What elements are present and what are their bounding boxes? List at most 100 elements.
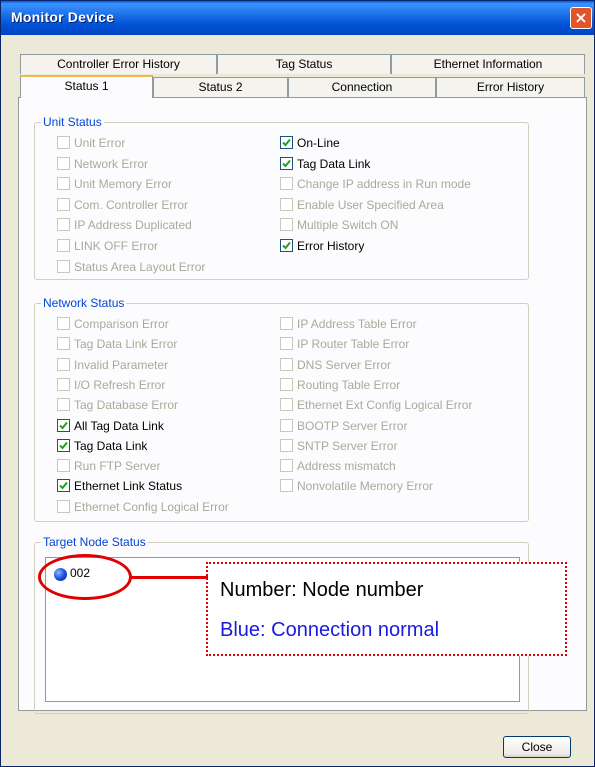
checkbox-empty-icon	[280, 177, 293, 191]
checkbox-empty-icon	[57, 499, 70, 513]
checkbox-label: Multiple Switch ON	[297, 218, 399, 233]
checkbox-checked-icon[interactable]	[57, 479, 70, 493]
checkbox-change-ip-address-in-run-mode: Change IP address in Run mode	[280, 177, 471, 191]
checkbox-empty-icon	[57, 459, 70, 473]
checkbox-nonvolatile-memory-error: Nonvolatile Memory Error	[280, 479, 433, 493]
checkbox-empty-icon	[57, 377, 70, 391]
checkbox-label: Routing Table Error	[297, 377, 401, 392]
checkbox-label: SNTP Server Error	[297, 438, 398, 453]
checkbox-label: Unit Memory Error	[74, 177, 173, 192]
checkbox-ethernet-link-status[interactable]: Ethernet Link Status	[57, 479, 182, 493]
checkbox-checked-icon[interactable]	[57, 418, 70, 432]
checkbox-link-off-error: LINK OFF Error	[57, 239, 158, 253]
checkbox-checked-icon[interactable]	[280, 156, 293, 170]
checkbox-ethernet-config-logical-error: Ethernet Config Logical Error	[57, 499, 229, 514]
checkbox-label: Tag Data Link	[297, 156, 371, 171]
callout-line-node-number: Number: Node number	[220, 579, 424, 601]
checkbox-label: IP Address Duplicated	[74, 218, 192, 233]
checkbox-tag-database-error: Tag Database Error	[57, 398, 178, 412]
checkbox-empty-icon	[57, 156, 70, 170]
checkbox-label: Ethernet Ext Config Logical Error	[297, 398, 473, 413]
close-button[interactable]: Close	[503, 736, 571, 758]
checkbox-empty-icon	[280, 479, 293, 493]
checkbox-label: Change IP address in Run mode	[297, 177, 471, 192]
tab-connection[interactable]: Connection	[288, 77, 436, 97]
checkbox-empty-icon	[57, 337, 70, 351]
checkbox-empty-icon	[280, 377, 293, 391]
checkbox-routing-table-error: Routing Table Error	[280, 377, 401, 392]
checkbox-empty-icon	[280, 418, 293, 432]
checkbox-empty-icon	[280, 438, 293, 452]
checkbox-checked-icon[interactable]	[280, 239, 293, 252]
checkbox-invalid-parameter: Invalid Parameter	[57, 357, 168, 372]
checkbox-label: Network Error	[74, 156, 149, 171]
checkbox-empty-icon	[57, 218, 70, 232]
checkbox-label: Run FTP Server	[74, 459, 161, 474]
checkbox-unit-error: Unit Error	[57, 136, 125, 150]
checkbox-empty-icon	[280, 357, 293, 371]
checkbox-empty-icon	[57, 136, 70, 149]
callout-box: Number: Node number Blue: Connection nor…	[206, 562, 567, 656]
checkbox-empty-icon	[280, 197, 293, 211]
unit-status-group: Unit Status Unit Error Network Error Unit …	[34, 115, 529, 280]
checkbox-tag-data-link[interactable]: Tag Data Link	[280, 156, 371, 171]
checkbox-checked-icon[interactable]	[280, 136, 293, 149]
title-bar: Monitor Device ×	[1, 1, 594, 35]
checkbox-all-tag-data-link[interactable]: All Tag Data Link	[57, 418, 164, 433]
checkbox-label: Tag Data Link Error	[74, 337, 178, 352]
checkbox-empty-icon	[280, 317, 293, 330]
checkbox-label: Ethernet Link Status	[74, 479, 183, 494]
checkbox-label: LINK OFF Error	[74, 239, 159, 253]
checkbox-unit-memory-error: Unit Memory Error	[57, 177, 172, 191]
checkbox-empty-icon	[57, 398, 70, 412]
checkbox-label: DNS Server Error	[297, 357, 392, 372]
checkbox-empty-icon	[57, 357, 70, 371]
tab-ethernet-information[interactable]: Ethernet Information	[391, 54, 585, 74]
checkbox-empty-icon	[280, 337, 293, 351]
checkbox-label: I/O Refresh Error	[74, 377, 166, 392]
checkbox-enable-user-specified-area: Enable User Specified Area	[280, 197, 444, 212]
tab-controller-error-history[interactable]: Controller Error History	[20, 54, 217, 74]
checkbox-run-ftp-server: Run FTP Server	[57, 459, 160, 473]
checkbox-error-history[interactable]: Error History	[280, 239, 364, 253]
checkbox-empty-icon	[280, 398, 293, 412]
checkbox-ethernet-ext-config-logical-error: Ethernet Ext Config Logical Error	[280, 398, 472, 412]
checkbox-tag-data-link[interactable]: Tag Data Link	[57, 438, 148, 453]
checkbox-label: Address mismatch	[297, 459, 396, 474]
monitor-device-window: Monitor Device × Controller Error Histor…	[0, 0, 595, 767]
checkbox-multiple-switch-on: Multiple Switch ON	[280, 218, 398, 232]
checkbox-status-area-layout-error: Status Area Layout Error	[57, 259, 206, 274]
checkbox-label: Error History	[297, 239, 365, 253]
checkbox-network-error: Network Error	[57, 156, 149, 171]
callout-line-connection-normal: Blue: Connection normal	[220, 619, 440, 641]
checkbox-empty-icon	[57, 259, 70, 273]
checkbox-empty-icon	[57, 239, 70, 252]
checkbox-ip-router-table-error: IP Router Table Error	[280, 337, 409, 351]
checkbox-label: All Tag Data Link	[74, 418, 164, 433]
checkbox-label: Status Area Layout Error	[74, 259, 206, 274]
checkbox-label: Com. Controller Error	[74, 197, 189, 212]
tab-status-1[interactable]: Status 1	[20, 75, 153, 98]
tab-tag-status[interactable]: Tag Status	[217, 54, 391, 74]
checkbox-address-mismatch: Address mismatch	[280, 459, 396, 473]
checkbox-label: Comparison Error	[74, 317, 169, 331]
checkbox-empty-icon	[57, 317, 70, 330]
callout-connector	[131, 576, 208, 579]
checkbox-label: Ethernet Config Logical Error	[74, 499, 229, 514]
network-status-group: Network Status Comparison Error Tag Data …	[34, 296, 529, 522]
checkbox-label: Unit Error	[74, 136, 126, 150]
checkbox-empty-icon	[57, 197, 70, 211]
checkbox-label: On-Line	[297, 136, 340, 150]
checkbox-label: BOOTP Server Error	[297, 418, 408, 433]
checkbox-on-line[interactable]: On-Line	[280, 136, 340, 150]
close-icon[interactable]: ×	[570, 7, 592, 29]
checkbox-dns-server-error: DNS Server Error	[280, 357, 392, 372]
highlight-ellipse	[38, 554, 132, 600]
network-status-label: Network Status	[41, 296, 127, 310]
tab-status-2[interactable]: Status 2	[153, 77, 288, 97]
checkbox-empty-icon	[57, 177, 70, 191]
checkbox-label: Tag Data Link	[74, 438, 148, 453]
checkbox-checked-icon[interactable]	[57, 438, 70, 452]
checkbox-label: Enable User Specified Area	[297, 197, 444, 212]
tab-error-history[interactable]: Error History	[436, 77, 585, 97]
